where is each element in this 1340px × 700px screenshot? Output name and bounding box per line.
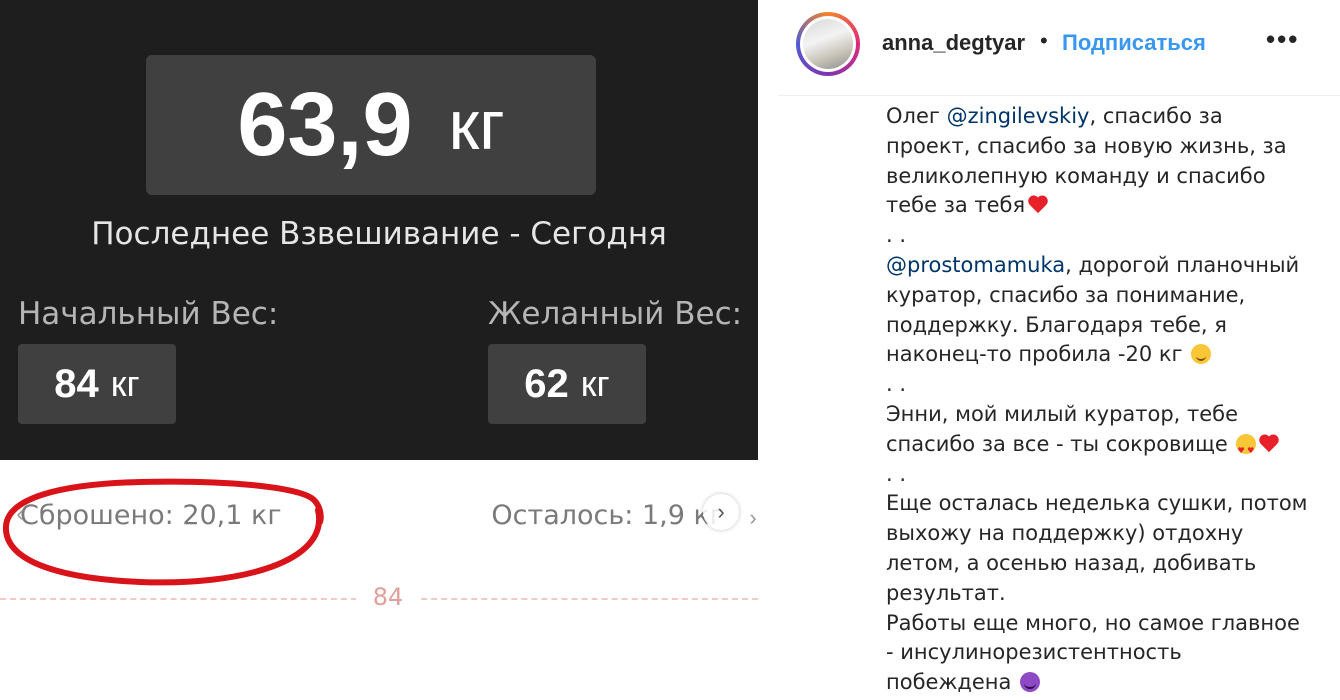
start-weight-value: 84 <box>54 361 99 406</box>
caption-text: побеждена <box>886 670 1012 695</box>
current-weight-value: 63,9 <box>237 74 413 175</box>
avatar-photo <box>803 19 853 69</box>
start-weight-label: Начальный Вес: <box>18 296 279 332</box>
caption-line: результат. <box>886 580 1006 605</box>
heart-eyes-icon <box>1236 433 1257 466</box>
caption-line: Еще осталась неделька сушки, потом <box>886 491 1308 516</box>
caption-line: побеждена <box>886 668 1326 698</box>
header-divider <box>778 95 1340 96</box>
chevron-right-icon[interactable]: › <box>703 494 739 530</box>
caption-line: спасибо за все - ты сокровище <box>886 430 1326 466</box>
caption-text: , дорогой планочный <box>1065 252 1300 277</box>
lost-weight-text: Сброшено: 20,1 кг <box>20 500 282 531</box>
start-weight-unit: кг <box>110 363 140 404</box>
follow-button[interactable]: Подписаться <box>1062 30 1206 56</box>
caption-line: тебе за тебя <box>886 191 1326 221</box>
goal-weight-unit: кг <box>580 363 610 404</box>
caption-line: проект, спасибо за новую жизнь, за <box>886 133 1287 158</box>
caption-separator: . . <box>886 223 907 248</box>
caption-text: Олег <box>886 104 947 128</box>
caption-line: великолепную команду и спасибо <box>886 163 1266 188</box>
weight-summary-panel: 63,9 кг Последнее Взвешивание - Сегодня … <box>0 0 758 460</box>
remaining-weight-text: Осталось: 1,9 кг <box>491 500 724 531</box>
devil-face-icon <box>1020 672 1041 693</box>
hugging-face-icon <box>1191 344 1212 365</box>
weight-app-screenshot: 63,9 кг Последнее Взвешивание - Сегодня … <box>0 0 758 700</box>
chevron-left-icon[interactable]: ‹ <box>2 496 38 532</box>
more-options-icon[interactable]: ••• <box>1266 24 1299 55</box>
username-link[interactable]: anna_degtyar <box>882 30 1025 56</box>
instagram-post: anna_degtyar • Подписаться ••• Олег @zin… <box>778 0 1340 700</box>
caption-separator: . . <box>886 372 907 397</box>
caption-line: Олег @zingilevskiy, спасибо за <box>886 102 1326 132</box>
caption-text: , спасибо за <box>1089 104 1223 128</box>
avatar-ring-gap <box>800 16 856 72</box>
caption-line: Работы еще много, но самое главное <box>886 610 1300 635</box>
goal-weight-box: 62 кг <box>488 344 646 424</box>
caption-line: @prostomamuka, дорогой планочный <box>886 251 1326 281</box>
caption-separator: . . <box>886 461 907 486</box>
goal-weight-value: 62 <box>524 361 569 406</box>
goal-weight-label: Желанный Вес: <box>488 296 743 332</box>
start-weight-box: 84 кг <box>18 344 176 424</box>
mention-link[interactable]: @zingilevskiy <box>947 104 1090 128</box>
post-caption: Олег @zingilevskiy, спасибо за проект, с… <box>886 102 1326 698</box>
mention-link[interactable]: @prostomamuka <box>886 253 1065 277</box>
caption-text: наконец-то пробила -20 кг <box>886 342 1183 367</box>
current-weight-unit: кг <box>448 86 505 164</box>
current-weight-box: 63,9 кг <box>146 55 596 195</box>
caption-line: летом, а осенью назад, добивать <box>886 550 1257 575</box>
caption-line: Энни, мой милый куратор, тебе <box>886 401 1239 426</box>
avatar[interactable] <box>796 12 860 76</box>
caption-text: тебе за тебя <box>886 193 1026 218</box>
caption-line: выхожу на поддержку) отдохну <box>886 521 1244 546</box>
chevron-right-edge-icon: › <box>749 505 757 530</box>
scale-start-marker: 84 <box>356 583 420 611</box>
caption-line: - инсулинорезистентность <box>886 640 1182 665</box>
red-heart-icon <box>1027 195 1049 215</box>
caption-line: наконец-то пробила -20 кг <box>886 340 1326 370</box>
header-separator: • <box>1040 28 1048 53</box>
last-weighing-label: Последнее Взвешивание - Сегодня <box>91 216 667 252</box>
caption-line: поддержку. Благодаря тебе, я <box>886 312 1227 337</box>
red-heart-icon <box>1258 434 1280 454</box>
caption-line: куратор, спасибо за понимание, <box>886 282 1246 307</box>
caption-text: спасибо за все - ты сокровище <box>886 431 1228 456</box>
